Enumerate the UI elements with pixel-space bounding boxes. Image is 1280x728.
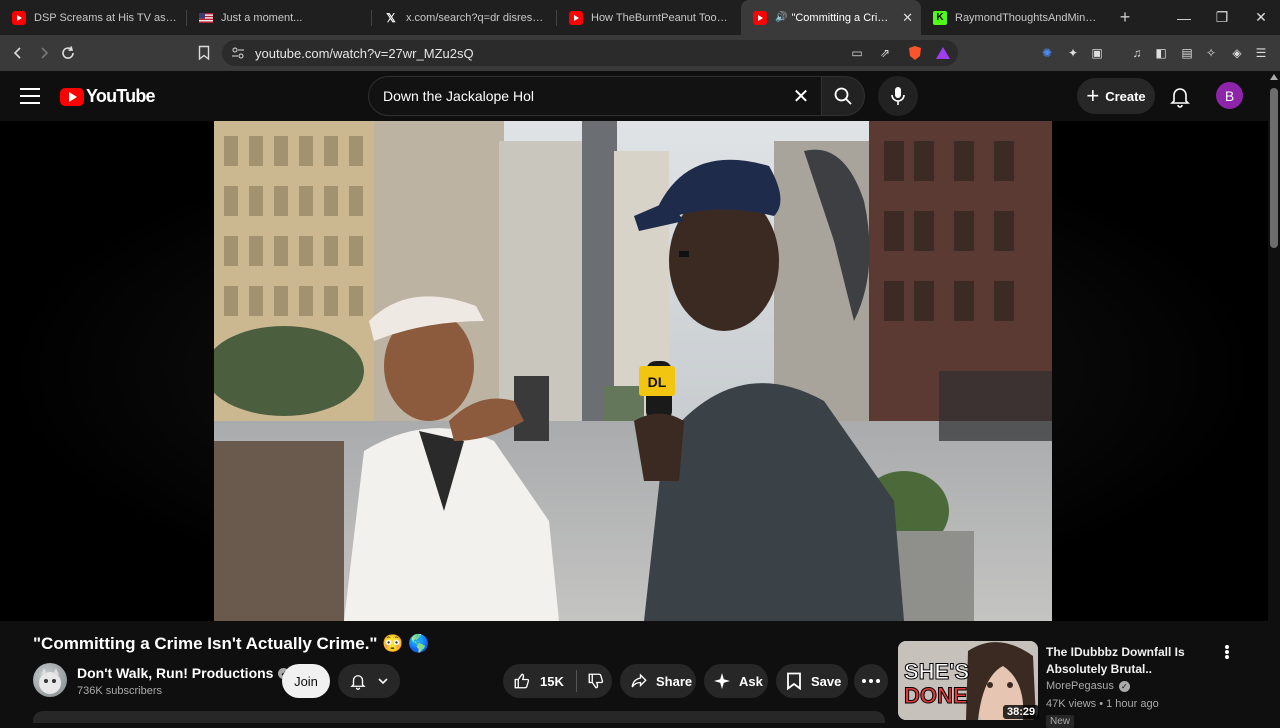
screenshot-icon[interactable]: ▣ — [1088, 44, 1106, 62]
more-dots-icon — [862, 679, 866, 683]
restore-icon[interactable]: ❐ — [1203, 0, 1241, 35]
media-icon[interactable]: ♫ — [1128, 44, 1146, 62]
site-settings-icon[interactable] — [229, 44, 247, 62]
new-badge: New — [1046, 715, 1075, 728]
thumbs-up-icon — [514, 673, 530, 689]
new-tab-button[interactable]: + — [1111, 7, 1139, 28]
channel-name[interactable]: Don't Walk, Run! Productions ✓ — [77, 665, 290, 681]
subscription-bell-button[interactable] — [338, 664, 400, 698]
mic-flag-logo: DL — [648, 374, 667, 390]
thumbnail-text: DONE — [904, 683, 968, 708]
search-icon — [834, 87, 852, 105]
brave-rewards-icon[interactable] — [934, 44, 952, 62]
video-frame[interactable]: DL — [214, 121, 1052, 621]
wallet-icon[interactable]: ▤ — [1178, 44, 1196, 62]
search-input[interactable]: Down the Jackalope Hol — [368, 76, 821, 116]
hamburger-menu-icon[interactable] — [20, 88, 40, 104]
video-scene: DL — [214, 121, 1052, 621]
recommended-channel-name[interactable]: MorePegasus ✓ — [1046, 680, 1130, 692]
join-button[interactable]: Join — [282, 664, 330, 698]
recommended-video-meta: 47K views • 1 hour ago — [1046, 698, 1159, 710]
thumbnail-text: SHE'S — [904, 659, 969, 684]
account-avatar[interactable]: B — [1216, 82, 1243, 109]
subscriber-count: 736K subscribers — [77, 685, 162, 697]
youtube-icon — [569, 10, 583, 25]
clear-search-icon[interactable]: ✕ — [790, 85, 812, 108]
voice-search-button[interactable] — [878, 76, 918, 116]
browser-tab-active[interactable]: 🔊 "Committing a Crime Isn ✕ — [741, 0, 921, 35]
browser-tab[interactable]: 𝕏 x.com/search?q=dr disrespect m — [372, 0, 556, 35]
close-tab-icon[interactable]: ✕ — [902, 10, 913, 26]
bookmark-icon[interactable] — [190, 35, 218, 71]
x-icon: 𝕏 — [386, 10, 396, 25]
minimize-icon[interactable]: — — [1165, 0, 1203, 35]
browser-tab-bar: DSP Screams at His TV as Call of Just a … — [0, 0, 1280, 35]
save-button[interactable]: Save — [776, 664, 848, 698]
brave-shield-icon[interactable] — [906, 44, 924, 62]
browser-tab[interactable]: How TheBurntPeanut Took Over — [557, 0, 741, 35]
sparkle-icon — [714, 673, 730, 689]
translate-icon[interactable]: ✺ — [1038, 44, 1056, 62]
verified-check-icon: ✓ — [1118, 680, 1130, 692]
extensions-icon[interactable]: ✦ — [1064, 44, 1082, 62]
share-page-icon[interactable]: ⇗ — [876, 44, 894, 62]
tab-title: Just a moment... — [221, 11, 303, 24]
tab-title: x.com/search?q=dr disrespect m — [406, 11, 548, 24]
microphone-icon — [891, 87, 905, 105]
search-button[interactable] — [821, 76, 865, 116]
flag-icon — [199, 11, 213, 25]
video-title: "Committing a Crime Isn't Actually Crime… — [33, 634, 430, 653]
share-arrow-icon — [631, 673, 647, 688]
search-value: Down the Jackalope Hol — [383, 88, 534, 104]
youtube-icon — [753, 10, 767, 25]
description-box[interactable] — [33, 711, 885, 723]
plus-icon: + — [1086, 83, 1100, 108]
back-icon[interactable] — [4, 35, 32, 71]
scrollbar-thumb[interactable] — [1270, 88, 1278, 248]
youtube-logo[interactable]: YouTube — [60, 86, 156, 107]
youtube-icon — [12, 10, 26, 25]
youtube-play-icon — [60, 87, 84, 106]
tab-title: "Committing a Crime Isn — [791, 11, 894, 24]
browser-tab[interactable]: DSP Screams at His TV as Call of — [0, 0, 186, 35]
vpn-icon[interactable]: ◈ — [1228, 44, 1246, 62]
tab-title: RaymondThoughtsAndMind Str — [955, 11, 1097, 24]
sidebar-icon[interactable]: ◧ — [1152, 44, 1170, 62]
ask-button[interactable]: Ask — [704, 664, 768, 698]
cast-icon[interactable]: ▭ — [848, 44, 866, 62]
video-duration-badge: 38:29 — [1003, 705, 1040, 719]
youtube-wordmark: YouTube — [86, 86, 156, 106]
thumbs-down-icon — [588, 673, 603, 689]
recommended-more-icon[interactable] — [1218, 643, 1236, 661]
scroll-up-arrow-icon[interactable] — [1270, 74, 1278, 80]
create-button[interactable]: + Create — [1077, 78, 1155, 114]
like-button[interactable]: 15K — [503, 664, 564, 698]
recommended-video-title[interactable]: The IDubbbz Downfall Is Absolutely Bruta… — [1046, 644, 1216, 678]
speaker-icon[interactable]: 🔊 — [775, 12, 787, 23]
notifications-bell-icon[interactable] — [1168, 84, 1192, 108]
more-actions-button[interactable] — [854, 664, 888, 698]
url-text: youtube.com/watch?v=27wr_MZu2sQ — [255, 45, 474, 61]
bookmark-save-icon — [787, 672, 801, 690]
create-label: Create — [1105, 88, 1146, 104]
leo-ai-icon[interactable]: ✧ — [1202, 44, 1220, 62]
chevron-down-icon — [378, 678, 388, 685]
tab-title: How TheBurntPeanut Took Over — [591, 11, 733, 24]
tab-title: DSP Screams at His TV as Call of — [34, 11, 178, 24]
channel-avatar[interactable] — [33, 663, 67, 697]
browser-tab[interactable]: Just a moment... — [187, 0, 371, 35]
kick-icon: K — [933, 10, 947, 25]
share-button[interactable]: Share — [620, 664, 696, 698]
dislike-button[interactable] — [577, 664, 605, 698]
bell-icon — [350, 675, 366, 690]
close-window-icon[interactable]: ✕ — [1242, 0, 1280, 35]
reload-icon[interactable] — [54, 35, 82, 71]
browser-tab[interactable]: K RaymondThoughtsAndMind Str — [921, 0, 1105, 35]
browser-menu-icon[interactable]: ☰ — [1252, 44, 1270, 62]
like-dislike-group: 15K — [503, 664, 612, 698]
